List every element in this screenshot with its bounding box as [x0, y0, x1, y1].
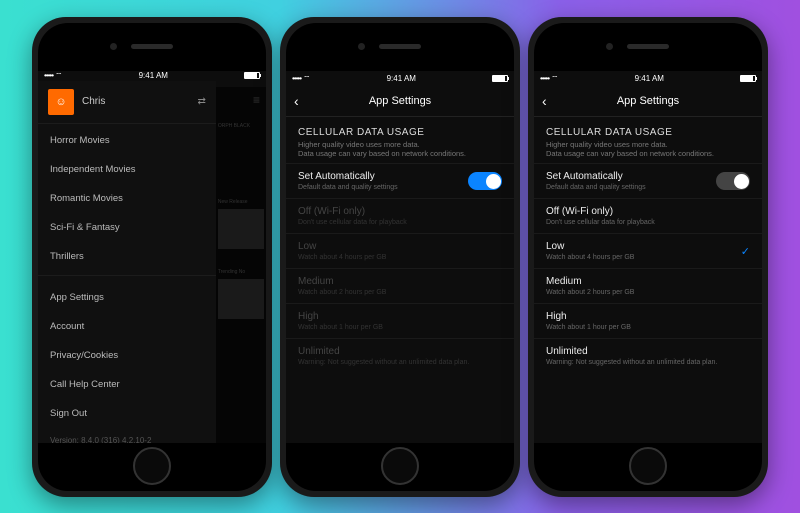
toggle-set-automatically[interactable] [716, 172, 750, 190]
row-option-medium[interactable]: MediumWatch about 2 hours per GB [534, 268, 762, 303]
section-sub: Higher quality video uses more data.Data… [546, 140, 750, 160]
sidebar-item-category[interactable]: Thrillers [38, 242, 216, 271]
home-button[interactable] [381, 447, 419, 485]
row-option-low: LowWatch about 4 hours per GB [286, 233, 514, 268]
status-time: 9:41 AM [139, 71, 168, 80]
signal-dots-icon: ••••• [540, 74, 549, 83]
home-button[interactable] [133, 447, 171, 485]
back-icon[interactable]: ‹ [294, 93, 299, 109]
nav-title: App Settings [617, 95, 679, 107]
battery-icon [492, 75, 508, 82]
signal-dots-icon: ••••• [44, 71, 53, 80]
hamburger-icon[interactable]: ≡ [218, 93, 264, 107]
row-set-automatically[interactable]: Set Automatically Default data and quali… [286, 163, 514, 198]
section-sub: Higher quality video uses more data.Data… [298, 140, 502, 160]
row-option-off: Off (Wi-Fi only)Don't use cellular data … [286, 198, 514, 233]
phone-frame-2: •••••⌔ 9:41 AM ‹ App Settings CELLULAR D… [280, 17, 520, 497]
signal-dots-icon: ••••• [292, 74, 301, 83]
username-label: Chris [82, 96, 189, 107]
sidebar-item-privacy[interactable]: Privacy/Cookies [38, 341, 216, 370]
phone-frame-1: •••••⌔ 9:41 AM ≡ ORPH BLACK New Release … [32, 17, 272, 497]
sidebar-drawer: ☺ Chris ⇄ Horror Movies Independent Movi… [38, 81, 216, 443]
section-title: CELLULAR DATA USAGE [546, 127, 750, 138]
background-content: ≡ ORPH BLACK New Release Trending No [216, 87, 266, 443]
wifi-icon: ⌔ [551, 74, 559, 84]
back-icon[interactable]: ‹ [542, 93, 547, 109]
sidebar-item-account[interactable]: Account [38, 312, 216, 341]
status-time: 9:41 AM [387, 74, 416, 83]
row-option-off[interactable]: Off (Wi-Fi only)Don't use cellular data … [534, 198, 762, 233]
row-option-high: HighWatch about 1 hour per GB [286, 303, 514, 338]
sidebar-item-category[interactable]: Horror Movies [38, 126, 216, 155]
home-button[interactable] [629, 447, 667, 485]
sync-icon[interactable]: ⇄ [197, 96, 205, 107]
wifi-icon: ⌔ [55, 71, 63, 81]
sidebar-item-help[interactable]: Call Help Center [38, 370, 216, 399]
row-set-automatically[interactable]: Set Automatically Default data and quali… [534, 163, 762, 198]
version-label: Version: 8.4.0 (316) 4.2.10-2 [38, 428, 216, 443]
battery-icon [740, 75, 756, 82]
status-bar: •••••⌔ 9:41 AM [534, 71, 762, 87]
sidebar-item-sign-out[interactable]: Sign Out [38, 399, 216, 428]
avatar: ☺ [48, 89, 74, 115]
wifi-icon: ⌔ [303, 74, 311, 84]
status-bar: •••••⌔ 9:41 AM [286, 71, 514, 87]
row-option-unlimited[interactable]: UnlimitedWarning: Not suggested without … [534, 338, 762, 373]
status-bar: •••••⌔ 9:41 AM [38, 71, 266, 81]
row-option-low[interactable]: LowWatch about 4 hours per GB✓ [534, 233, 762, 268]
sidebar-item-app-settings[interactable]: App Settings [38, 283, 216, 312]
nav-title: App Settings [369, 95, 431, 107]
nav-bar: ‹ App Settings [286, 87, 514, 117]
sidebar-item-category[interactable]: Independent Movies [38, 155, 216, 184]
sidebar-item-category[interactable]: Romantic Movies [38, 184, 216, 213]
sidebar-header[interactable]: ☺ Chris ⇄ [38, 81, 216, 124]
checkmark-icon: ✓ [741, 245, 750, 258]
row-option-unlimited: UnlimitedWarning: Not suggested without … [286, 338, 514, 373]
section-title: CELLULAR DATA USAGE [298, 127, 502, 138]
phone-frame-3: •••••⌔ 9:41 AM ‹ App Settings CELLULAR D… [528, 17, 768, 497]
sidebar-item-category[interactable]: Sci-Fi & Fantasy [38, 213, 216, 242]
row-option-high[interactable]: HighWatch about 1 hour per GB [534, 303, 762, 338]
toggle-set-automatically[interactable] [468, 172, 502, 190]
status-time: 9:41 AM [635, 74, 664, 83]
battery-icon [244, 72, 260, 79]
row-option-medium: MediumWatch about 2 hours per GB [286, 268, 514, 303]
nav-bar: ‹ App Settings [534, 87, 762, 117]
